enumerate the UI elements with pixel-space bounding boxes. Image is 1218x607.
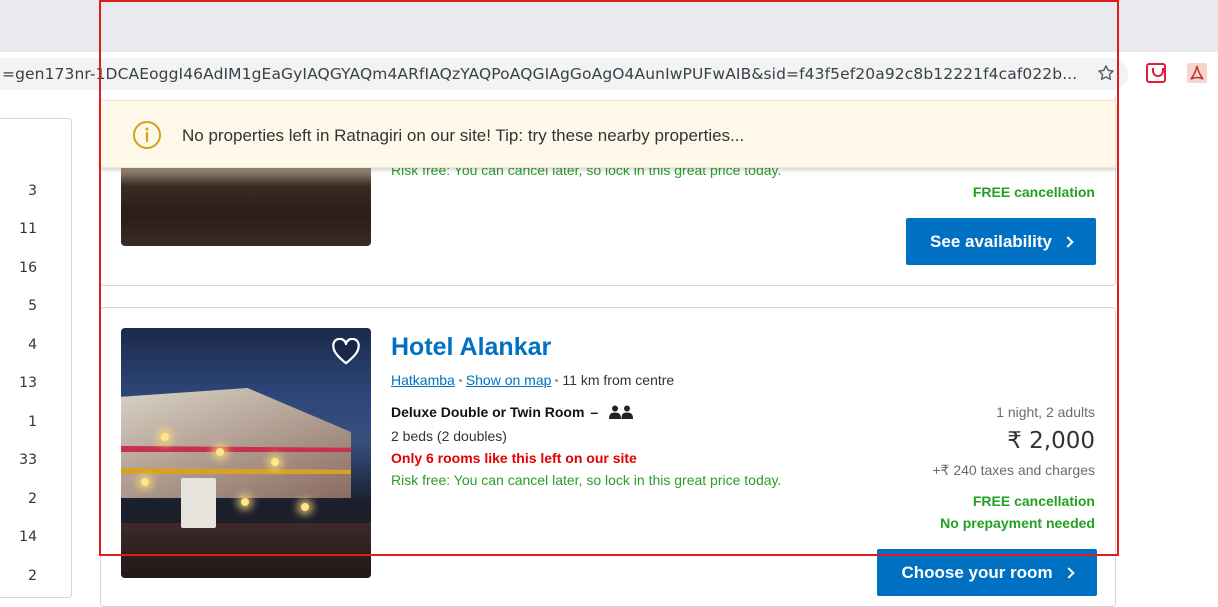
no-properties-notice: No properties left in Ratnagiri on our s… (100, 100, 1116, 168)
info-icon (133, 121, 161, 149)
room-type-row: Deluxe Double or Twin Room – (391, 404, 634, 420)
address-bar[interactable]: =gen173nr-1DCAEoggI46AdIM1gEaGyIAQGYAQm4… (0, 58, 1128, 90)
toolbar: =gen173nr-1DCAEoggI46AdIM1gEaGyIAQGYAQm4… (0, 52, 1218, 96)
scarcity-message: Only 6 rooms like this left on our site (391, 450, 637, 466)
filter-count: 3 (28, 183, 37, 199)
photo-detail (271, 458, 279, 466)
filter-count: 33 (19, 452, 37, 468)
hotel-name-link[interactable]: Hotel Alankar (391, 333, 551, 362)
people-icon (609, 405, 634, 419)
tab-strip (0, 0, 1218, 52)
photo-detail (181, 478, 216, 528)
photo-detail (121, 388, 351, 498)
filter-count: 13 (19, 375, 37, 391)
price: ₹ 2,000 (1007, 428, 1095, 454)
choose-room-button[interactable]: Choose your room (877, 549, 1097, 596)
stay-details: 1 night, 2 adults (996, 404, 1095, 420)
filter-panel: 3 11 16 5 4 13 1 33 2 14 2 (0, 118, 72, 598)
area-link[interactable]: Hatkamba (391, 372, 455, 388)
photo-detail (241, 498, 249, 506)
see-availability-label: See availability (930, 231, 1052, 251)
url-text[interactable]: =gen173nr-1DCAEoggI46AdIM1gEaGyIAQGYAQm4… (2, 65, 1082, 83)
filter-count: 1 (28, 414, 37, 430)
separator-dot (458, 378, 462, 382)
heart-icon[interactable] (331, 338, 361, 366)
chevron-right-icon (1062, 236, 1074, 248)
filter-count: 4 (28, 337, 37, 353)
pocket-icon[interactable] (1146, 63, 1166, 83)
photo-detail (141, 478, 149, 486)
star-icon[interactable] (1096, 63, 1116, 83)
chevron-right-icon (1062, 567, 1075, 579)
show-on-map-link[interactable]: Show on map (466, 372, 552, 388)
room-dash: – (590, 404, 599, 420)
free-cancellation-label: FREE cancellation (972, 493, 1095, 509)
property-card: Hotel Alankar Hatkamba Show on map 11 km… (100, 307, 1116, 607)
distance-text: 11 km from centre (562, 372, 675, 388)
photo-detail (161, 433, 169, 441)
no-prepayment-label: No prepayment needed (940, 515, 1095, 531)
photo-detail (216, 448, 224, 456)
see-availability-button[interactable]: See availability (906, 218, 1096, 265)
room-type: Deluxe Double or Twin Room (391, 404, 585, 420)
filter-count: 16 (19, 260, 37, 276)
filter-count: 2 (28, 491, 37, 507)
notice-message: No properties left in Ratnagiri on our s… (182, 126, 745, 145)
filter-count: 14 (19, 529, 37, 545)
risk-free-text: Risk free: You can cancel later, so lock… (391, 472, 782, 488)
photo-detail (301, 503, 309, 511)
beds-text: 2 beds (2 doubles) (391, 428, 507, 444)
filter-count: 5 (28, 298, 37, 314)
filter-count: 11 (19, 221, 37, 237)
photo-detail (121, 523, 371, 578)
filter-count: 2 (28, 568, 37, 584)
pdf-icon[interactable] (1186, 62, 1208, 84)
property-photo[interactable] (121, 328, 371, 578)
taxes-text: +₹ 240 taxes and charges (932, 462, 1095, 478)
free-cancellation-label: FREE cancellation (972, 184, 1095, 200)
separator-dot (555, 378, 559, 382)
location-row: Hatkamba Show on map 11 km from centre (391, 372, 674, 388)
